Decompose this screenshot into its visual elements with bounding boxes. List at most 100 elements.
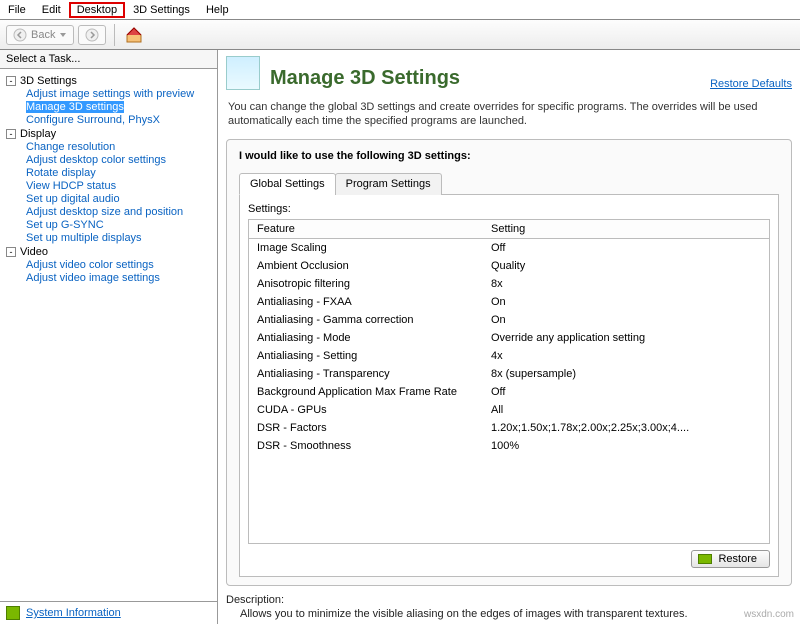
menu-3d-settings[interactable]: 3D Settings (125, 2, 198, 18)
menu-bar: File Edit Desktop 3D Settings Help (0, 0, 800, 20)
tree-category: -3D Settings (6, 75, 215, 87)
cell-setting: 8x (483, 275, 769, 293)
tree-item[interactable]: Change resolution (26, 141, 115, 153)
cell-setting: 4x (483, 347, 769, 365)
settings-panel: I would like to use the following 3D set… (226, 139, 792, 586)
tree-item[interactable]: Adjust desktop size and position (26, 206, 183, 218)
settings-grid-container: Feature Setting Image ScalingOffAmbient … (248, 219, 770, 544)
table-row[interactable]: Antialiasing - Gamma correctionOn (249, 311, 769, 329)
tree-category: -Video (6, 246, 215, 258)
sidebar: Select a Task... -3D SettingsAdjust imag… (0, 50, 218, 624)
tree-twisty-icon[interactable]: - (6, 247, 16, 257)
cell-feature: Ambient Occlusion (249, 257, 483, 275)
cell-feature: CUDA - GPUs (249, 401, 483, 419)
tab-strip: Global Settings Program Settings (239, 172, 779, 194)
settings-grid: Feature Setting Image ScalingOffAmbient … (249, 220, 769, 455)
back-dropdown-icon (59, 31, 67, 39)
table-row[interactable]: Antialiasing - Setting4x (249, 347, 769, 365)
menu-edit[interactable]: Edit (34, 2, 69, 18)
tree-item[interactable]: Rotate display (26, 167, 96, 179)
description-text: Allows you to minimize the visible alias… (240, 608, 792, 620)
cell-setting: Quality (483, 257, 769, 275)
cell-feature: Antialiasing - Mode (249, 329, 483, 347)
cell-setting: Off (483, 238, 769, 257)
cell-setting: 1.20x;1.50x;1.78x;2.00x;2.25x;3.00x;4...… (483, 419, 769, 437)
page-icon (226, 56, 260, 90)
cell-setting: 8x (supersample) (483, 365, 769, 383)
tree-item[interactable]: Set up multiple displays (26, 232, 142, 244)
info-icon (6, 606, 20, 620)
table-row[interactable]: Ambient OcclusionQuality (249, 257, 769, 275)
tree-item[interactable]: Set up G-SYNC (26, 219, 104, 231)
restore-button[interactable]: Restore (691, 550, 770, 568)
back-label: Back (31, 29, 55, 41)
toolbar: Back (0, 20, 800, 50)
restore-defaults-link[interactable]: Restore Defaults (710, 78, 792, 90)
settings-grid-scroll[interactable]: Feature Setting Image ScalingOffAmbient … (249, 220, 769, 543)
table-row[interactable]: Antialiasing - ModeOverride any applicat… (249, 329, 769, 347)
description-label: Description: (226, 594, 792, 606)
tree-twisty-icon[interactable]: - (6, 76, 16, 86)
tree-item[interactable]: Set up digital audio (26, 193, 120, 205)
column-setting[interactable]: Setting (483, 220, 769, 239)
tab-global-settings[interactable]: Global Settings (239, 173, 336, 195)
table-row[interactable]: DSR - Factors1.20x;1.50x;1.78x;2.00x;2.2… (249, 419, 769, 437)
column-feature[interactable]: Feature (249, 220, 483, 239)
system-information-link[interactable]: System Information (26, 607, 121, 619)
home-icon (124, 25, 144, 45)
separator (114, 24, 115, 46)
tree-twisty-icon[interactable]: - (6, 129, 16, 139)
table-row[interactable]: DSR - Smoothness100% (249, 437, 769, 455)
tree-category: -Display (6, 128, 215, 140)
forward-arrow-icon (85, 28, 99, 42)
description-block: Description: Allows you to minimize the … (226, 594, 792, 620)
cell-feature: Antialiasing - Transparency (249, 365, 483, 383)
page-title: Manage 3D Settings (270, 67, 700, 90)
menu-desktop[interactable]: Desktop (69, 2, 125, 18)
cell-setting: Override any application setting (483, 329, 769, 347)
watermark: wsxdn.com (744, 609, 794, 620)
cell-feature: Antialiasing - FXAA (249, 293, 483, 311)
settings-label: Settings: (248, 203, 770, 215)
tab-program-settings[interactable]: Program Settings (335, 173, 442, 195)
page-description: You can change the global 3D settings an… (228, 100, 792, 129)
table-row[interactable]: Image ScalingOff (249, 238, 769, 257)
cell-feature: Background Application Max Frame Rate (249, 383, 483, 401)
menu-help[interactable]: Help (198, 2, 237, 18)
cell-feature: Antialiasing - Setting (249, 347, 483, 365)
forward-button[interactable] (78, 25, 106, 45)
back-button[interactable]: Back (6, 25, 74, 45)
tree-item[interactable]: Adjust video color settings (26, 259, 154, 271)
cell-feature: DSR - Smoothness (249, 437, 483, 455)
cell-feature: Antialiasing - Gamma correction (249, 311, 483, 329)
cell-setting: On (483, 311, 769, 329)
panel-lead: I would like to use the following 3D set… (239, 150, 779, 162)
tree-item[interactable]: View HDCP status (26, 180, 116, 192)
restore-button-label: Restore (718, 553, 757, 565)
cell-setting: On (483, 293, 769, 311)
tree-item[interactable]: Adjust image settings with preview (26, 88, 194, 100)
task-tree: -3D SettingsAdjust image settings with p… (0, 69, 217, 601)
cell-setting: Off (483, 383, 769, 401)
tab-body: Settings: Feature Setting Image ScalingO… (239, 194, 779, 577)
tree-item[interactable]: Adjust video image settings (26, 272, 160, 284)
content-pane: Manage 3D Settings Restore Defaults You … (218, 50, 800, 624)
cell-feature: Image Scaling (249, 238, 483, 257)
menu-file[interactable]: File (0, 2, 34, 18)
cell-feature: Anisotropic filtering (249, 275, 483, 293)
system-information-row: System Information (0, 601, 217, 624)
nvidia-icon (698, 554, 712, 564)
home-button[interactable] (123, 24, 145, 46)
table-row[interactable]: Antialiasing - Transparency8x (supersamp… (249, 365, 769, 383)
table-row[interactable]: Antialiasing - FXAAOn (249, 293, 769, 311)
table-row[interactable]: Anisotropic filtering8x (249, 275, 769, 293)
table-row[interactable]: Background Application Max Frame RateOff (249, 383, 769, 401)
tree-item[interactable]: Configure Surround, PhysX (26, 114, 160, 126)
cell-setting: All (483, 401, 769, 419)
tree-item[interactable]: Manage 3D settings (26, 101, 124, 113)
table-row[interactable]: CUDA - GPUsAll (249, 401, 769, 419)
cell-feature: DSR - Factors (249, 419, 483, 437)
cell-setting: 100% (483, 437, 769, 455)
tree-item[interactable]: Adjust desktop color settings (26, 154, 166, 166)
sidebar-header: Select a Task... (0, 50, 217, 69)
